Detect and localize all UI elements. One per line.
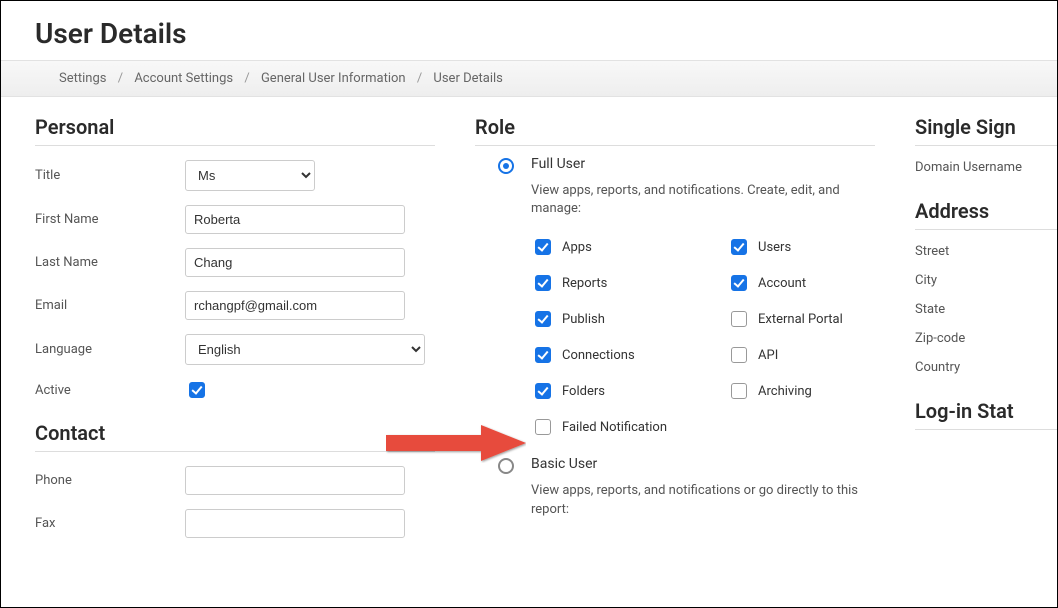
first-name-label: First Name xyxy=(35,212,185,227)
street-label: Street xyxy=(915,244,1058,259)
role-basic-user-label: Basic User xyxy=(531,456,871,472)
perm-connections-label: Connections xyxy=(562,348,635,363)
perm-folders-checkbox[interactable] xyxy=(535,383,551,399)
breadcrumb-account-settings[interactable]: Account Settings xyxy=(134,71,233,86)
role-full-user-desc: View apps, reports, and notifications. C… xyxy=(531,182,871,218)
login-heading: Log-in Stat xyxy=(915,399,1058,430)
zip-label: Zip-code xyxy=(915,331,1058,346)
breadcrumb-sep: / xyxy=(417,71,422,86)
perm-external-portal-checkbox[interactable] xyxy=(731,311,747,327)
perm-apps-label: Apps xyxy=(562,240,592,255)
perm-reports-label: Reports xyxy=(562,276,607,291)
language-label: Language xyxy=(35,342,185,357)
email-input[interactable] xyxy=(185,291,405,320)
address-heading: Address xyxy=(915,199,1058,230)
first-name-input[interactable] xyxy=(185,205,405,234)
title-select[interactable]: Ms xyxy=(185,160,315,191)
role-full-user-radio[interactable] xyxy=(498,158,514,174)
personal-heading: Personal xyxy=(35,115,435,146)
perm-users-label: Users xyxy=(758,240,791,255)
breadcrumb: Settings / Account Settings / General Us… xyxy=(1,60,1057,97)
phone-label: Phone xyxy=(35,473,185,488)
perm-apps-checkbox[interactable] xyxy=(535,239,551,255)
perm-account-label: Account xyxy=(758,276,806,291)
domain-username-label: Domain Username xyxy=(915,160,1058,175)
breadcrumb-sep: / xyxy=(244,71,249,86)
perm-connections-checkbox[interactable] xyxy=(535,347,551,363)
phone-input[interactable] xyxy=(185,466,405,495)
fax-label: Fax xyxy=(35,516,185,531)
active-checkbox[interactable] xyxy=(189,382,205,398)
last-name-label: Last Name xyxy=(35,255,185,270)
language-select[interactable]: English xyxy=(185,334,425,365)
perm-failed-notification-checkbox[interactable] xyxy=(535,419,551,435)
fax-input[interactable] xyxy=(185,509,405,538)
email-label: Email xyxy=(35,298,185,313)
sso-heading: Single Sign xyxy=(915,115,1058,146)
role-full-user-label: Full User xyxy=(531,156,871,172)
perm-folders-label: Folders xyxy=(562,384,605,399)
perm-publish-checkbox[interactable] xyxy=(535,311,551,327)
title-label: Title xyxy=(35,168,185,183)
contact-heading: Contact xyxy=(35,421,435,452)
breadcrumb-current: User Details xyxy=(433,71,502,86)
perm-reports-checkbox[interactable] xyxy=(535,275,551,291)
last-name-input[interactable] xyxy=(185,248,405,277)
breadcrumb-sep: / xyxy=(118,71,123,86)
breadcrumb-general-user-info[interactable]: General User Information xyxy=(261,71,406,86)
perm-publish-label: Publish xyxy=(562,312,605,327)
perm-api-checkbox[interactable] xyxy=(731,347,747,363)
perm-users-checkbox[interactable] xyxy=(731,239,747,255)
perm-archiving-label: Archiving xyxy=(758,384,812,399)
perm-api-label: API xyxy=(758,348,778,363)
role-basic-user-desc: View apps, reports, and notifications or… xyxy=(531,482,871,518)
page-title: User Details xyxy=(1,1,1057,60)
role-heading: Role xyxy=(475,115,875,146)
perm-archiving-checkbox[interactable] xyxy=(731,383,747,399)
state-label: State xyxy=(915,302,1058,317)
perm-failed-notification-label: Failed Notification xyxy=(562,420,667,435)
perm-account-checkbox[interactable] xyxy=(731,275,747,291)
breadcrumb-settings[interactable]: Settings xyxy=(59,71,106,86)
perm-external-portal-label: External Portal xyxy=(758,312,843,327)
city-label: City xyxy=(915,273,1058,288)
country-label: Country xyxy=(915,360,1058,375)
role-basic-user-radio[interactable] xyxy=(498,458,514,474)
active-label: Active xyxy=(35,383,185,398)
